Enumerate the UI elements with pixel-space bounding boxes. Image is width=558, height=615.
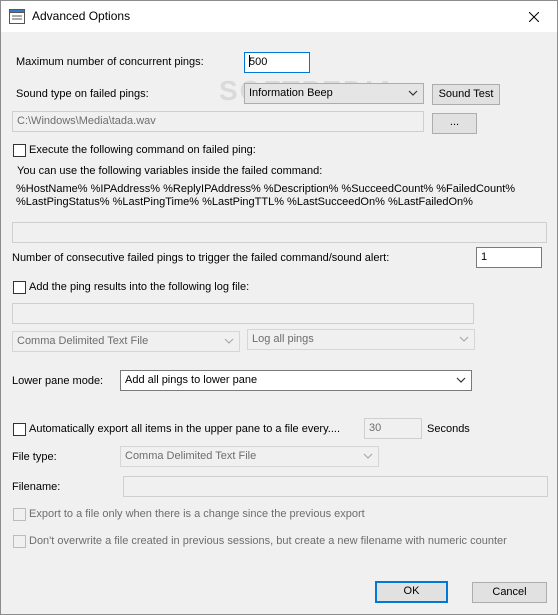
export-interval-value: 30 (369, 422, 382, 434)
log-format-value: Comma Delimited Text File (17, 335, 149, 347)
chevron-down-icon (224, 338, 234, 344)
chevron-down-icon (408, 90, 418, 96)
app-options-icon (9, 9, 25, 24)
export-on-change-checkbox[interactable] (13, 508, 26, 521)
variables-hint: You can use the following variables insi… (17, 165, 323, 177)
no-overwrite-checkbox[interactable] (13, 535, 26, 548)
sound-type-label: Sound type on failed pings: (16, 88, 149, 100)
sound-file-value: C:\Windows\Media\tada.wav (17, 115, 156, 127)
consecutive-failed-label: Number of consecutive failed pings to tr… (12, 252, 390, 264)
log-file-input[interactable] (12, 303, 474, 324)
auto-export-label[interactable]: Automatically export all items in the up… (29, 422, 340, 436)
sound-test-button[interactable]: Sound Test (432, 84, 500, 105)
sound-type-value: Information Beep (249, 87, 333, 99)
title-bar: Advanced Options (1, 1, 557, 32)
variables-line-2: %LastPingStatus% %LastPingTime% %LastPin… (16, 196, 473, 208)
execute-command-checkbox[interactable] (13, 144, 26, 157)
log-mode-value: Log all pings (252, 333, 314, 345)
browse-sound-button[interactable]: ... (432, 113, 477, 134)
export-on-change-label[interactable]: Export to a file only when there is a ch… (29, 507, 365, 521)
file-type-label: File type: (12, 451, 57, 463)
execute-command-label[interactable]: Execute the following command on failed … (29, 143, 256, 157)
lower-pane-select[interactable]: Add all pings to lower pane (120, 370, 472, 391)
filename-input[interactable] (123, 476, 548, 497)
max-concurrent-value: 500 (249, 56, 268, 68)
advanced-options-dialog: Advanced Options SOFTPEDIA Maximum numbe… (0, 0, 558, 615)
ok-button[interactable]: OK (375, 581, 448, 603)
chevron-down-icon (459, 336, 469, 342)
log-file-checkbox[interactable] (13, 281, 26, 294)
variables-line-1: %HostName% %IPAddress% %ReplyIPAddress% … (16, 183, 516, 195)
cancel-button[interactable]: Cancel (472, 582, 547, 603)
log-file-label[interactable]: Add the ping results into the following … (29, 280, 249, 294)
no-overwrite-label[interactable]: Don't overwrite a file created in previo… (29, 534, 507, 548)
chevron-down-icon (456, 377, 466, 383)
failed-command-input[interactable] (12, 222, 547, 243)
lower-pane-value: Add all pings to lower pane (125, 374, 258, 386)
max-concurrent-label: Maximum number of concurrent pings: (16, 56, 204, 68)
consecutive-failed-input[interactable]: 1 (476, 247, 542, 268)
consecutive-failed-value: 1 (481, 251, 488, 263)
lower-pane-label: Lower pane mode: (12, 375, 104, 387)
max-concurrent-input[interactable]: 500 (244, 52, 310, 73)
file-type-value: Comma Delimited Text File (125, 450, 257, 462)
sound-file-input[interactable]: C:\Windows\Media\tada.wav (12, 111, 424, 132)
filename-label: Filename: (12, 481, 61, 493)
export-interval-unit: Seconds (427, 423, 470, 435)
chevron-down-icon (363, 453, 373, 459)
window-title: Advanced Options (32, 9, 131, 23)
auto-export-checkbox[interactable] (13, 423, 26, 436)
close-button[interactable] (511, 1, 557, 32)
log-format-select[interactable]: Comma Delimited Text File (12, 331, 240, 352)
file-type-select[interactable]: Comma Delimited Text File (120, 446, 379, 467)
log-mode-select[interactable]: Log all pings (247, 329, 475, 350)
sound-type-select[interactable]: Information Beep (244, 83, 424, 104)
export-interval-input[interactable]: 30 (364, 418, 422, 439)
close-icon (529, 11, 539, 22)
